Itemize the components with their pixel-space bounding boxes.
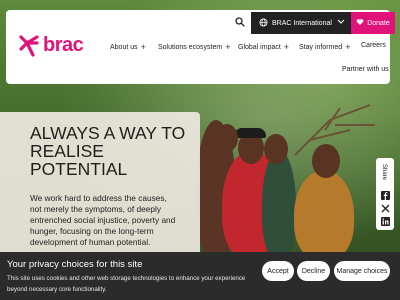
nav-label: About us <box>110 43 138 51</box>
nav-label: Solutions ecosystem <box>158 43 223 51</box>
international-selector[interactable]: BRAC International <box>251 12 351 34</box>
facebook-icon[interactable] <box>380 190 390 200</box>
share-label: Share <box>381 164 387 181</box>
share-bar: Share <box>376 158 394 230</box>
person-figure <box>262 150 296 260</box>
nav-label: Careers <box>361 42 386 49</box>
international-label: BRAC International <box>272 19 332 27</box>
nav-item-solutions-ecosystem[interactable]: Solutions ecosystem + <box>158 42 230 52</box>
donate-button[interactable]: Donate <box>351 12 395 34</box>
donate-label: Donate <box>367 19 390 27</box>
plus-icon: + <box>345 42 351 52</box>
manage-choices-button[interactable]: Manage choices <box>334 261 390 281</box>
nav-item-global-impact[interactable]: Global impact + <box>238 42 289 52</box>
globe-icon <box>259 17 268 29</box>
nav-item-partner-with-us[interactable]: Partner with us <box>342 66 389 73</box>
nav-label: Global impact <box>238 43 281 51</box>
nav-item-stay-informed[interactable]: Stay informed + <box>299 42 350 52</box>
accept-button[interactable]: Accept <box>262 261 294 281</box>
plus-icon: + <box>140 42 146 52</box>
decline-button[interactable]: Decline <box>297 261 330 281</box>
heart-hand-icon <box>356 18 364 28</box>
x-icon[interactable] <box>380 203 390 213</box>
person-figure <box>294 170 354 260</box>
nav-item-careers[interactable]: Careers <box>361 42 386 49</box>
cookie-title: Your privacy choices for this site <box>7 259 143 270</box>
nav-label: Stay informed <box>299 43 343 51</box>
plus-icon: + <box>225 42 231 52</box>
search-icon[interactable] <box>231 13 249 31</box>
person-head <box>216 124 238 152</box>
branches <box>294 104 375 156</box>
site-header: brac BRAC International Donate About us +… <box>6 10 395 84</box>
linkedin-icon[interactable] <box>380 216 390 226</box>
chevron-down-icon <box>337 17 345 27</box>
plus-icon: + <box>283 42 290 52</box>
hero-headline: ALWAYS A WAY TO REALISE POTENTIAL <box>30 123 186 179</box>
hero-body: We work hard to address the causes, not … <box>30 193 176 247</box>
main-nav: About us + Solutions ecosystem + Global im… <box>6 42 390 56</box>
cap <box>234 128 266 138</box>
cookie-banner: Your privacy choices for this site This … <box>0 252 400 300</box>
person-head <box>264 134 288 164</box>
cookie-text: This site uses cookies and other web sto… <box>7 275 246 293</box>
person-head <box>200 150 224 180</box>
nav-item-about-us[interactable]: About us + <box>110 42 146 52</box>
